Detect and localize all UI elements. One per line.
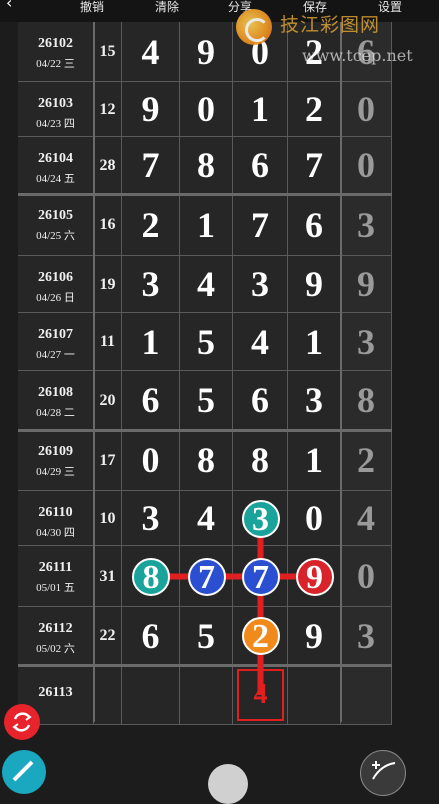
line-fab[interactable] xyxy=(360,750,406,796)
refresh-fab[interactable] xyxy=(4,704,40,740)
undo-button[interactable]: 撤销 xyxy=(80,0,104,14)
clear-button[interactable]: 清除 xyxy=(155,0,179,14)
connector-lines xyxy=(151,518,315,695)
watermark-logo-icon xyxy=(236,9,272,45)
watermark-url: www.tcep.net xyxy=(302,46,413,65)
highlight-ball[interactable]: 7 xyxy=(241,557,280,596)
highlight-ball[interactable]: 7 xyxy=(187,557,226,596)
back-icon[interactable]: ‹ xyxy=(6,0,12,12)
pen-fab[interactable] xyxy=(2,750,46,794)
highlight-ball[interactable]: 8 xyxy=(132,557,170,596)
highlight-ball[interactable]: 9 xyxy=(295,557,334,596)
watermark: 技江彩图网 www.tcep.net xyxy=(236,6,436,68)
highlight-ball[interactable]: 3 xyxy=(241,499,280,538)
highlight-ball[interactable]: 2 xyxy=(241,617,280,655)
refresh-icon xyxy=(12,712,32,732)
center-fab[interactable] xyxy=(208,764,248,804)
prediction-box[interactable]: 4 xyxy=(237,669,284,721)
line-icon xyxy=(372,761,396,780)
watermark-name: 技江彩图网 xyxy=(280,14,381,36)
pen-icon xyxy=(12,760,34,782)
